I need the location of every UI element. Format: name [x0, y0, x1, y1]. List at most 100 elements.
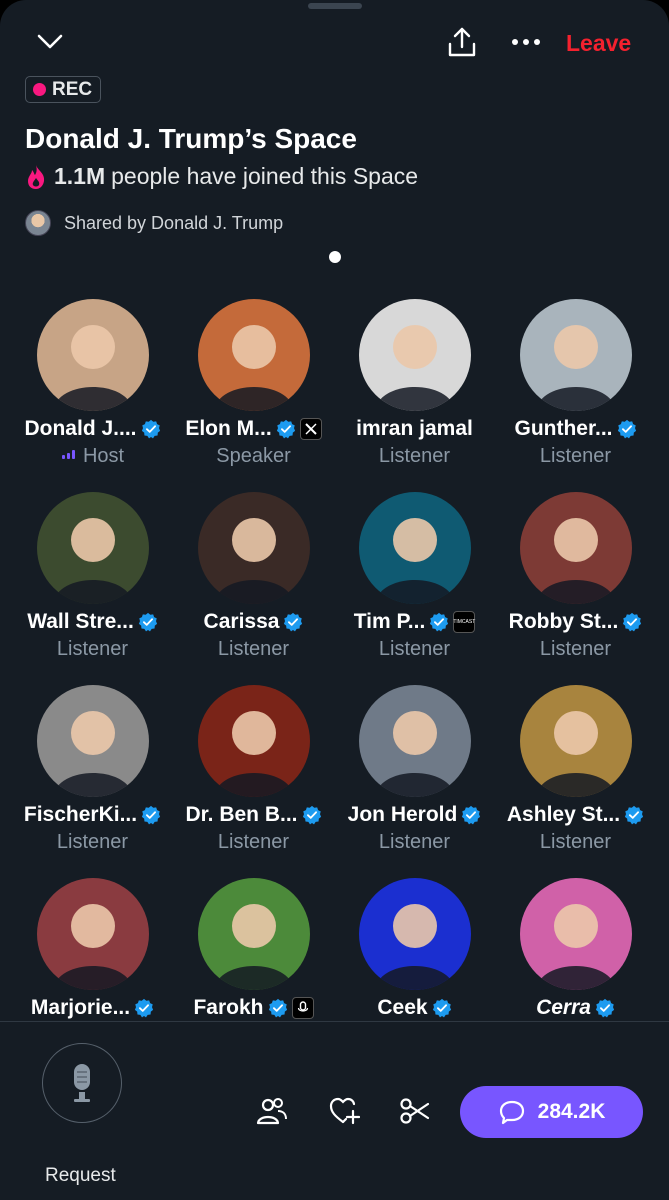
verified-badge-icon: [276, 419, 295, 439]
participant-card[interactable]: Farokh: [173, 878, 334, 1071]
heart-plus-icon[interactable]: [327, 1094, 361, 1128]
participant-card[interactable]: Ceek: [334, 878, 495, 1071]
x-affiliate-badge-icon: [299, 418, 322, 440]
clip-scissors-icon[interactable]: [398, 1094, 432, 1128]
participant-role-label: Listener: [378, 444, 451, 467]
fire-icon: [28, 164, 45, 189]
participant-role-label: Listener: [539, 637, 612, 660]
participant-card[interactable]: Robby St... Listener: [495, 492, 656, 685]
people-icon[interactable]: [255, 1094, 289, 1128]
comment-bubble-icon: [499, 1100, 524, 1125]
chevron-down-icon[interactable]: [30, 22, 70, 62]
participant-name: Elon M...: [185, 417, 272, 440]
participant-card[interactable]: Jon Herold Listener: [334, 685, 495, 878]
participant-card[interactable]: Carissa Listener: [173, 492, 334, 685]
verified-badge-icon: [623, 612, 642, 632]
more-options-icon[interactable]: [504, 20, 548, 64]
participant-name-row: Gunther...: [495, 415, 656, 443]
page-indicator-dot: [329, 251, 341, 263]
participant-card[interactable]: Elon M... Speaker: [173, 299, 334, 492]
participant-role: Listener: [495, 443, 656, 469]
verified-badge-icon: [142, 805, 161, 825]
participant-name: Donald J....: [24, 417, 137, 440]
joined-count: 1.1M: [54, 163, 106, 189]
participant-role-label: Listener: [56, 637, 129, 660]
participant-avatar: [358, 685, 471, 797]
recording-label: REC: [52, 78, 93, 100]
participant-name: Robby St...: [508, 610, 619, 633]
recording-dot-icon: [33, 83, 46, 96]
participant-name-row: Jon Herold: [334, 801, 495, 829]
shared-by[interactable]: Shared by Donald J. Trump: [25, 210, 283, 236]
participant-role-label: Listener: [217, 830, 290, 853]
shared-by-text: Shared by Donald J. Trump: [64, 212, 284, 233]
participant-name: Ashley St...: [506, 803, 621, 826]
participant-avatar: [197, 878, 310, 990]
participant-name-row: Cerra: [495, 994, 656, 1022]
participant-grid: Donald J.... Host Elon M... Speaker imran ja…: [12, 299, 657, 1071]
participant-role: Listener: [334, 443, 495, 469]
participant-card[interactable]: imran jamal Listener: [334, 299, 495, 492]
speaking-bars-icon: [61, 448, 77, 464]
participant-card[interactable]: Gunther... Listener: [495, 299, 656, 492]
participant-card[interactable]: Marjorie...: [12, 878, 173, 1071]
participant-avatar: [519, 492, 632, 604]
participant-card[interactable]: Cerra: [495, 878, 656, 1071]
participant-role: Host: [12, 443, 173, 469]
divider: [0, 1021, 669, 1022]
participant-role-label: Listener: [539, 444, 612, 467]
participant-role: Listener: [12, 636, 173, 662]
participant-name-row: Elon M...: [173, 415, 334, 443]
share-icon[interactable]: [440, 20, 484, 64]
participant-card[interactable]: FischerKi... Listener: [12, 685, 173, 878]
participant-name-row: imran jamal: [334, 415, 495, 443]
microphone-badge-icon: [291, 997, 314, 1019]
verified-badge-icon: [430, 612, 449, 632]
participant-name-row: Robby St...: [495, 608, 656, 636]
participant-card[interactable]: Donald J.... Host: [12, 299, 173, 492]
participant-name: Dr. Ben B...: [185, 803, 298, 826]
participant-role: Listener: [173, 829, 334, 855]
space-sheet: Leave REC Donald J. Trump’s Space 1.1M p…: [0, 0, 669, 1200]
participant-role-label: Speaker: [216, 444, 291, 467]
joined-stat: 1.1M people have joined this Space: [26, 163, 418, 190]
participant-name: Marjorie...: [30, 996, 131, 1019]
verified-badge-icon: [432, 998, 451, 1018]
participant-name: imran jamal: [356, 417, 473, 440]
participant-name: Jon Herold: [347, 803, 458, 826]
participant-name: FischerKi...: [23, 803, 138, 826]
participant-avatar: [358, 299, 471, 411]
drag-handle[interactable]: [308, 3, 362, 9]
participant-role-label: Listener: [378, 830, 451, 853]
participant-card[interactable]: Ashley St... Listener: [495, 685, 656, 878]
comments-button[interactable]: 284.2K: [460, 1086, 643, 1138]
verified-badge-icon: [141, 419, 160, 439]
participant-name-row: Marjorie...: [12, 994, 173, 1022]
participant-role-label: Listener: [217, 637, 290, 660]
verified-badge-icon: [595, 998, 615, 1018]
participant-avatar: [36, 878, 149, 990]
participant-name-row: Ceek: [334, 994, 495, 1022]
participant-name: Wall Stre...: [27, 610, 134, 633]
participant-avatar: [358, 878, 471, 990]
participant-avatar: [197, 299, 310, 411]
verified-badge-icon: [302, 805, 321, 825]
participant-avatar: [197, 492, 310, 604]
participant-role: Speaker: [173, 443, 334, 469]
participant-card[interactable]: Wall Stre... Listener: [12, 492, 173, 685]
participant-card[interactable]: Tim P... TIMCAST Listener: [334, 492, 495, 685]
participant-avatar: [358, 492, 471, 604]
sharer-avatar: [25, 210, 51, 236]
participant-role-label: Host: [82, 444, 125, 467]
participant-name-row: Donald J....: [12, 415, 173, 443]
comments-count: 284.2K: [537, 1100, 606, 1123]
participant-avatar: [36, 492, 149, 604]
leave-button[interactable]: Leave: [566, 30, 631, 57]
verified-badge-icon: [138, 612, 157, 632]
participant-name-row: Ashley St...: [495, 801, 656, 829]
request-mic-button[interactable]: [42, 1043, 122, 1123]
participant-role-label: Listener: [378, 637, 451, 660]
participant-name: Cerra: [536, 996, 591, 1019]
participant-card[interactable]: Dr. Ben B... Listener: [173, 685, 334, 878]
participant-role: Listener: [495, 829, 656, 855]
